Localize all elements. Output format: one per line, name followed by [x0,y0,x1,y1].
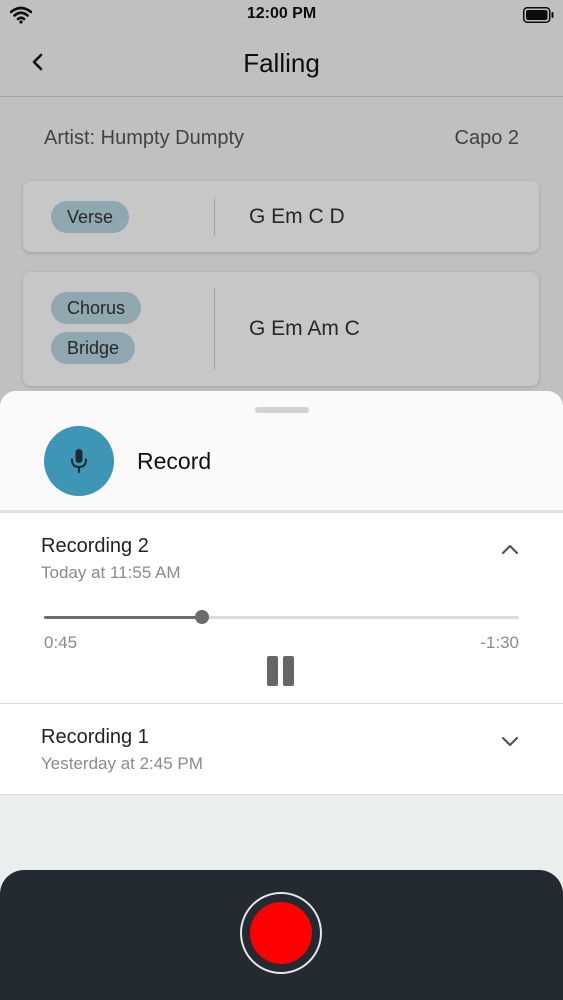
recording-date: Today at 11:55 AM [41,563,181,582]
recording-date: Yesterday at 2:45 PM [41,754,203,773]
scrubber-knob[interactable] [195,610,210,624]
pause-button[interactable] [264,656,298,688]
pause-icon [267,656,278,686]
pause-icon [283,656,294,686]
big-record-button[interactable] [240,892,322,974]
chevron-up-icon[interactable] [500,540,520,560]
recording-item-1[interactable]: Recording 1 Yesterday at 2:45 PM [0,704,563,795]
recording-name: Recording 1 [41,726,149,748]
sheet-grabber[interactable] [255,407,309,413]
record-dot-icon [250,902,312,964]
microphone-icon [71,449,87,473]
recording-item-2[interactable]: Recording 2 Today at 11:55 AM 0:45 -1:30 [0,513,563,704]
scrubber-progress [44,616,203,619]
recording-name: Recording 2 [41,535,149,557]
playback-scrubber[interactable] [44,610,519,624]
song-screen: 12:00 PM Falling Artist: Humpty Dumpty C… [0,0,563,420]
bottom-record-bar [0,870,563,1000]
record-mic-button[interactable] [44,426,114,496]
sheet-header: Record [0,391,563,513]
record-label[interactable]: Record [137,448,211,475]
dim-overlay[interactable] [0,0,563,420]
time-elapsed: 0:45 [44,633,78,652]
time-remaining: -1:30 [480,633,519,652]
chevron-down-icon[interactable] [500,731,520,751]
